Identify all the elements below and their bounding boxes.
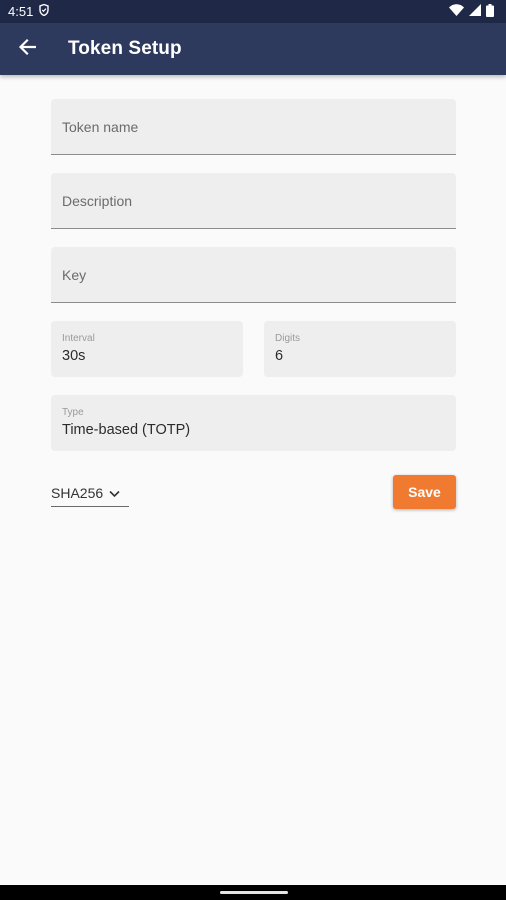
algorithm-selected: SHA256 [51,485,104,501]
description-field[interactable]: Description [51,173,456,229]
status-right [449,3,494,20]
page-title: Token Setup [68,38,182,59]
back-button[interactable] [1,23,53,75]
navigation-bar [0,885,506,900]
token-setup-screen: 4:51 Token Setup Token name Description … [0,0,506,900]
shield-icon [39,3,50,19]
interval-label: Interval [62,333,95,344]
algorithm-dropdown[interactable]: SHA256 [51,480,129,507]
status-left: 4:51 [8,3,50,19]
digits-value: 6 [275,348,284,364]
key-field[interactable]: Key [51,247,456,303]
description-placeholder: Description [62,192,133,209]
chevron-down-icon [109,485,120,501]
home-handle[interactable] [220,891,288,894]
interval-field[interactable]: Interval 30s [51,321,243,377]
token-name-field[interactable]: Token name [51,99,456,155]
back-arrow-icon [18,38,37,61]
token-name-placeholder: Token name [62,118,139,135]
type-value: Time-based (TOTP) [62,422,191,438]
wifi-icon [449,4,464,19]
type-field[interactable]: Type Time-based (TOTP) [51,395,456,451]
status-bar: 4:51 [0,0,506,23]
signal-icon [469,4,481,19]
type-label: Type [62,407,84,418]
digits-field[interactable]: Digits 6 [264,321,456,377]
interval-value: 30s [62,348,86,364]
app-bar: Token Setup [0,23,506,75]
digits-label: Digits [275,333,301,344]
key-placeholder: Key [62,266,87,283]
save-button[interactable]: Save [393,475,456,509]
status-time: 4:51 [8,4,34,19]
battery-icon [486,3,494,20]
